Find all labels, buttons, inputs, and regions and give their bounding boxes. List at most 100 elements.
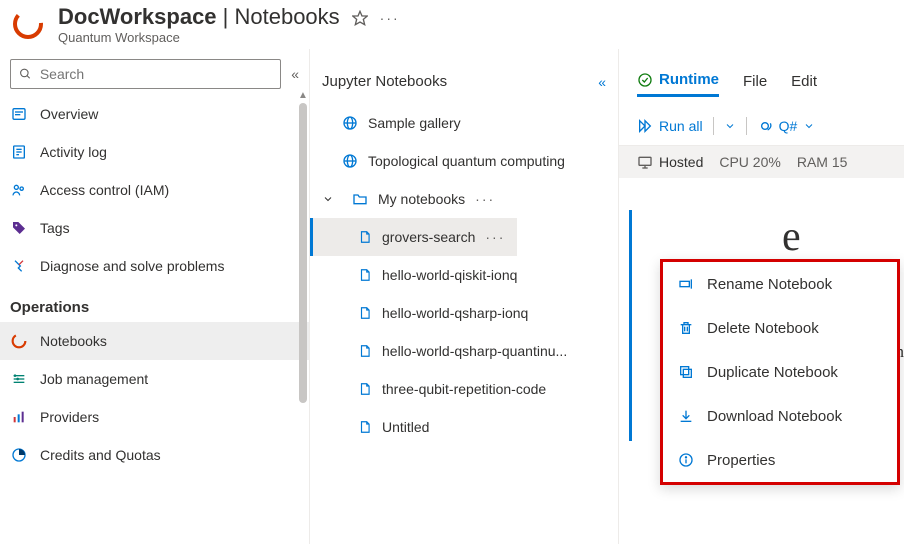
- delete-icon: [677, 320, 695, 336]
- file-icon: [358, 343, 372, 359]
- tree-label: three-qubit-repetition-code: [382, 381, 546, 397]
- file-icon: [358, 381, 372, 397]
- nav-credits-quotas[interactable]: Credits and Quotas: [0, 436, 309, 474]
- providers-icon: [10, 409, 28, 425]
- tab-label: Edit: [791, 73, 817, 90]
- nav-label: Tags: [40, 220, 70, 236]
- sidebar-scrollbar[interactable]: ▲: [297, 89, 309, 509]
- overview-icon: [10, 106, 28, 122]
- run-all-dropdown[interactable]: [724, 120, 736, 132]
- tab-label: Runtime: [659, 71, 719, 88]
- nav-diagnose[interactable]: Diagnose and solve problems: [0, 247, 309, 285]
- tags-icon: [10, 220, 28, 236]
- more-icon[interactable]: ···: [380, 10, 400, 26]
- ctx-duplicate[interactable]: Duplicate Notebook: [663, 350, 897, 394]
- nav-job-management[interactable]: Job management: [0, 360, 309, 398]
- tree-my-notebooks[interactable]: My notebooks ···: [310, 180, 507, 218]
- file-icon: [358, 305, 372, 321]
- scroll-up-icon[interactable]: ▲: [297, 89, 309, 101]
- info-icon: [677, 452, 695, 468]
- collapse-sidebar-icon[interactable]: «: [291, 66, 299, 82]
- workspace-icon: [10, 6, 46, 42]
- nav-label: Credits and Quotas: [40, 447, 161, 463]
- ctx-delete[interactable]: Delete Notebook: [663, 306, 897, 350]
- cpu-status: CPU 20%: [719, 154, 780, 170]
- notebooks-icon: [10, 332, 28, 350]
- search-input-wrap[interactable]: [10, 59, 281, 89]
- ctx-properties[interactable]: Properties: [663, 438, 897, 482]
- ctx-rename[interactable]: Rename Notebook: [663, 262, 897, 306]
- section-operations: Operations: [0, 285, 309, 322]
- tree-label: Sample gallery: [368, 115, 461, 131]
- tab-label: File: [743, 73, 767, 90]
- notebook-item[interactable]: Untitled: [310, 408, 429, 446]
- nav-label: Activity log: [40, 144, 107, 160]
- file-icon: [358, 419, 372, 435]
- run-all-button[interactable]: Run all: [637, 118, 703, 134]
- ram-status: RAM 15: [797, 154, 848, 170]
- credits-icon: [10, 447, 28, 463]
- run-all-icon: [637, 118, 653, 134]
- notebook-item[interactable]: three-qubit-repetition-code: [310, 370, 546, 408]
- notebook-item[interactable]: hello-world-qiskit-ionq: [310, 256, 517, 294]
- separator: [713, 117, 714, 135]
- tab-runtime[interactable]: Runtime: [637, 71, 719, 97]
- notebook-item[interactable]: hello-world-qsharp-ionq: [310, 294, 528, 332]
- access-control-icon: [10, 182, 28, 198]
- tree-label: hello-world-qsharp-ionq: [382, 305, 528, 321]
- activity-log-icon: [10, 144, 28, 160]
- ctx-label: Rename Notebook: [707, 276, 832, 293]
- compute-icon: [637, 154, 653, 170]
- nav-label: Notebooks: [40, 333, 107, 349]
- nav-activity-log[interactable]: Activity log: [0, 133, 309, 171]
- tree-label: hello-world-qiskit-ionq: [382, 267, 517, 283]
- page-subtitle: Quantum Workspace: [58, 30, 340, 45]
- nav-overview[interactable]: Overview: [0, 95, 309, 133]
- nav-tags[interactable]: Tags: [0, 209, 309, 247]
- ctx-label: Duplicate Notebook: [707, 364, 838, 381]
- diagnose-icon: [10, 258, 28, 274]
- folder-icon: [352, 191, 368, 207]
- globe-icon: [342, 153, 358, 169]
- duplicate-icon: [677, 364, 695, 380]
- nav-label: Job management: [40, 371, 148, 387]
- nav-label: Overview: [40, 106, 98, 122]
- download-icon: [677, 408, 695, 424]
- chevron-down-icon: [803, 120, 815, 132]
- compute-hosted[interactable]: Hosted: [637, 154, 703, 170]
- nav-label: Providers: [40, 409, 99, 425]
- ctx-label: Delete Notebook: [707, 320, 819, 337]
- tree-sample-gallery[interactable]: Sample gallery: [310, 104, 461, 142]
- tree-label: hello-world-qsharp-quantinu...: [382, 343, 567, 359]
- file-icon: [358, 229, 372, 245]
- notebook-grovers-search[interactable]: grovers-search ···: [310, 218, 517, 256]
- file-icon: [358, 267, 372, 283]
- job-management-icon: [10, 371, 28, 387]
- ctx-download[interactable]: Download Notebook: [663, 394, 897, 438]
- notebooks-heading: Jupyter Notebooks: [322, 73, 447, 90]
- nav-access-control[interactable]: Access control (IAM): [0, 171, 309, 209]
- notebook-item[interactable]: hello-world-qsharp-quantinu...: [310, 332, 567, 370]
- search-icon: [19, 67, 32, 81]
- tab-edit[interactable]: Edit: [791, 73, 817, 96]
- nav-label: Access control (IAM): [40, 182, 169, 198]
- favorite-icon[interactable]: [352, 10, 368, 26]
- chevron-down-icon[interactable]: [322, 193, 336, 205]
- ctx-label: Properties: [707, 452, 775, 469]
- more-icon[interactable]: ···: [485, 229, 505, 245]
- more-icon[interactable]: ···: [475, 191, 495, 207]
- tree-label: Untitled: [382, 419, 429, 435]
- collapse-notebooks-icon[interactable]: «: [598, 74, 606, 90]
- check-circle-icon: [637, 72, 653, 88]
- separator: [746, 117, 747, 135]
- nav-notebooks[interactable]: Notebooks: [0, 322, 309, 360]
- nav-providers[interactable]: Providers: [0, 398, 309, 436]
- kernel-selector[interactable]: Q#: [757, 118, 816, 134]
- tab-file[interactable]: File: [743, 73, 767, 96]
- search-input[interactable]: [40, 66, 272, 82]
- notebook-context-menu: Rename Notebook Delete Notebook Duplicat…: [660, 259, 900, 485]
- scroll-thumb[interactable]: [299, 103, 307, 403]
- tree-topological[interactable]: Topological quantum computing: [310, 142, 565, 180]
- nav-label: Diagnose and solve problems: [40, 258, 224, 274]
- kernel-icon: [757, 118, 773, 134]
